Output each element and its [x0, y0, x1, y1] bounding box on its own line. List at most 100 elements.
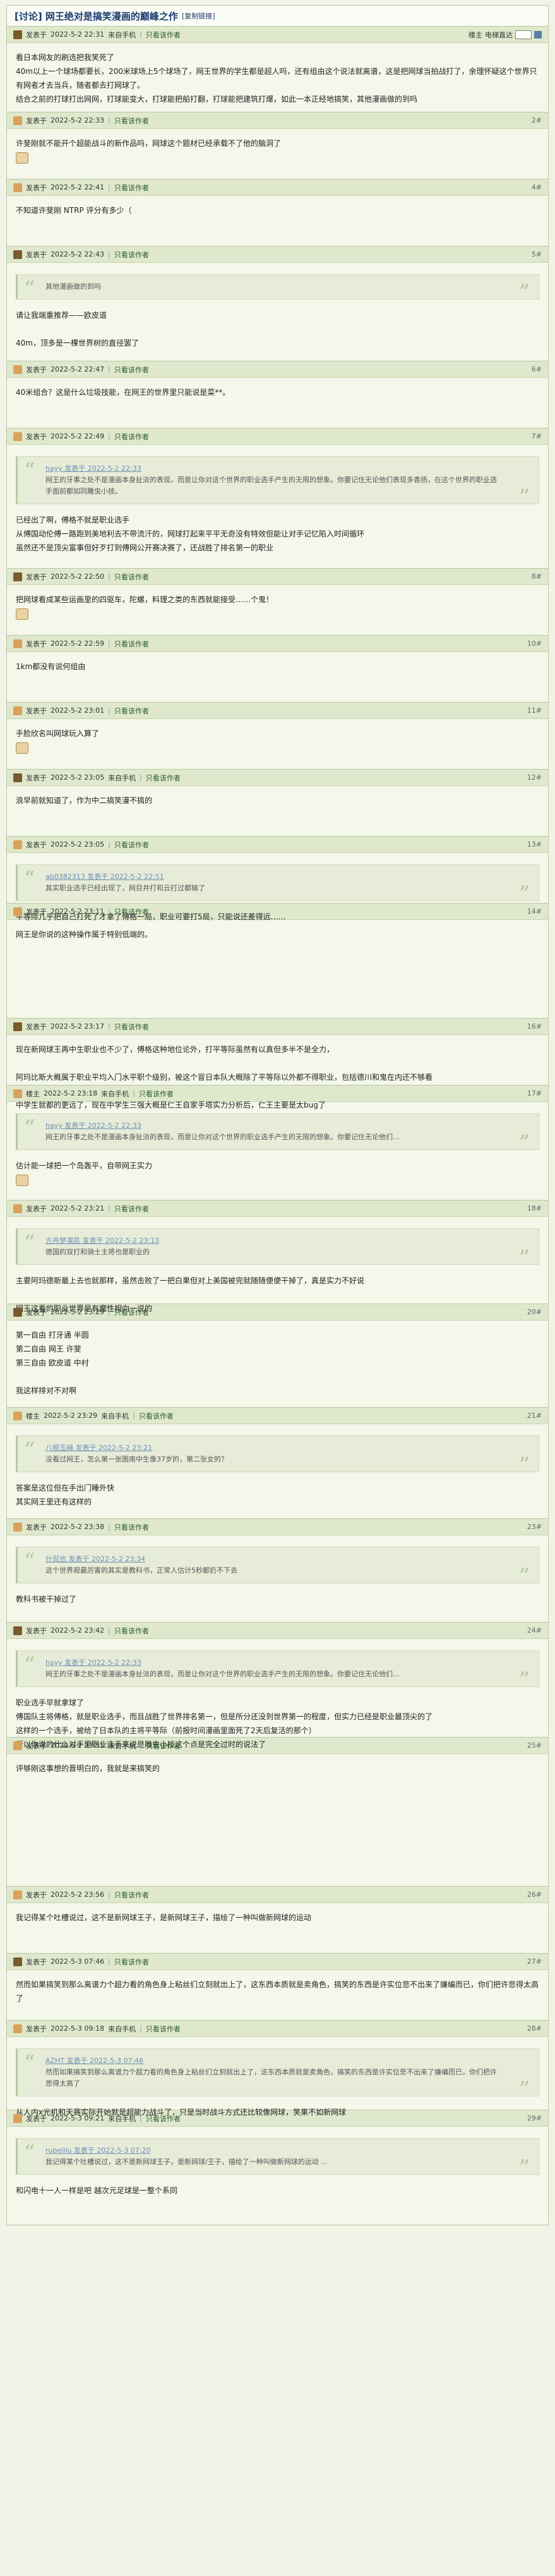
only-op-link[interactable]: 只看该作者: [114, 1522, 149, 1532]
avatar[interactable]: [13, 1522, 22, 1532]
avatar[interactable]: [13, 1890, 22, 1899]
only-op-link[interactable]: 只看该作者: [114, 840, 149, 850]
quote-source-link[interactable]: hayy 发表于 2022-5-2 22:33: [45, 463, 503, 475]
post-author[interactable]: 发表于: [26, 572, 47, 582]
only-op-link[interactable]: 只看该作者: [146, 30, 181, 40]
avatar[interactable]: [13, 2113, 22, 2123]
post-author[interactable]: 发表于: [26, 1890, 47, 1900]
floor-number[interactable]: 7#: [532, 432, 542, 440]
post-author[interactable]: 楼主: [26, 1089, 40, 1099]
avatar[interactable]: [13, 2024, 22, 2033]
only-op-link[interactable]: 只看该作者: [146, 1741, 181, 1751]
floor-number[interactable]: 21#: [527, 1412, 542, 1420]
floor-number[interactable]: 10#: [527, 639, 542, 648]
post-author[interactable]: 发表于: [26, 1307, 47, 1317]
floor-number[interactable]: 17#: [527, 1089, 542, 1098]
only-op-link[interactable]: 只看该作者: [114, 116, 149, 126]
floor-number[interactable]: 6#: [532, 365, 542, 373]
post-author[interactable]: 发表于: [26, 907, 47, 917]
only-op-link[interactable]: 只看该作者: [114, 706, 149, 716]
post-author[interactable]: 发表于: [26, 840, 47, 850]
floor-number[interactable]: 13#: [527, 840, 542, 849]
post-author[interactable]: 发表于: [26, 773, 47, 783]
avatar[interactable]: [13, 250, 22, 259]
post-author[interactable]: 发表于: [26, 1741, 47, 1751]
avatar[interactable]: [13, 1741, 22, 1750]
post-author[interactable]: 楼主: [26, 1411, 40, 1421]
avatar[interactable]: [13, 639, 22, 648]
post-author[interactable]: 发表于: [26, 706, 47, 716]
floor-number[interactable]: 8#: [532, 572, 542, 581]
avatar[interactable]: [13, 572, 22, 581]
post-author[interactable]: 发表于: [26, 432, 47, 442]
only-op-link[interactable]: 只看该作者: [146, 2113, 181, 2124]
copy-link-button[interactable]: [复制链接]: [182, 11, 215, 21]
avatar[interactable]: [13, 1626, 22, 1635]
avatar[interactable]: [13, 183, 22, 192]
floor-number[interactable]: 24#: [527, 1626, 542, 1635]
only-op-link[interactable]: 只看该作者: [114, 907, 149, 917]
only-op-link[interactable]: 只看该作者: [139, 1089, 174, 1099]
avatar[interactable]: [13, 1307, 22, 1317]
floor-number[interactable]: 25#: [527, 1741, 542, 1750]
avatar[interactable]: [13, 840, 22, 849]
floor-number[interactable]: 4#: [532, 183, 542, 191]
post-author[interactable]: 发表于: [26, 1522, 47, 1532]
floor-number[interactable]: 11#: [527, 706, 542, 715]
post-author[interactable]: 发表于: [26, 639, 47, 649]
floor-number[interactable]: 27#: [527, 1957, 542, 1966]
go-button[interactable]: [534, 30, 542, 39]
only-op-link[interactable]: 只看该作者: [139, 1411, 174, 1421]
post-author[interactable]: 发表于: [26, 1626, 47, 1636]
avatar[interactable]: [13, 30, 22, 39]
floor-number[interactable]: 5#: [532, 250, 542, 258]
avatar[interactable]: [13, 1022, 22, 1031]
quote-source-link[interactable]: hayy 发表于 2022-5-2 22:33: [45, 1657, 503, 1669]
post-author[interactable]: 发表于: [26, 2113, 47, 2124]
avatar[interactable]: [13, 1204, 22, 1213]
avatar[interactable]: [13, 773, 22, 782]
post-author[interactable]: 发表于: [26, 116, 47, 126]
post-author[interactable]: 发表于: [26, 365, 47, 375]
only-op-link[interactable]: 只看该作者: [114, 1022, 149, 1032]
only-op-link[interactable]: 只看该作者: [114, 1626, 149, 1636]
post-author[interactable]: 发表于: [26, 1022, 47, 1032]
only-op-link[interactable]: 只看该作者: [146, 2024, 181, 2034]
floor-number[interactable]: 29#: [527, 2114, 542, 2122]
quote-source-link[interactable]: AZHT 发表于 2022-5-3 07:46: [45, 2055, 503, 2067]
only-op-link[interactable]: 只看该作者: [114, 1890, 149, 1900]
quote-source-link[interactable]: 方舟梦凛凯 发表于 2022-5-2 23:13: [45, 1235, 503, 1247]
post-author[interactable]: 发表于: [26, 30, 47, 40]
avatar[interactable]: [13, 907, 22, 916]
floor-number[interactable]: 2#: [532, 116, 542, 124]
floor-number[interactable]: 20#: [527, 1308, 542, 1316]
avatar[interactable]: [13, 1411, 22, 1420]
avatar[interactable]: [13, 432, 22, 441]
floor-number[interactable]: 18#: [527, 1204, 542, 1212]
only-op-link[interactable]: 只看该作者: [114, 365, 149, 375]
post-author[interactable]: 发表于: [26, 183, 47, 193]
only-op-link[interactable]: 只看该作者: [114, 183, 149, 193]
post-author[interactable]: 发表于: [26, 250, 47, 260]
only-op-link[interactable]: 只看该作者: [114, 1204, 149, 1214]
only-op-link[interactable]: 只看该作者: [114, 572, 149, 582]
only-op-link[interactable]: 只看该作者: [114, 1957, 149, 1967]
quote-source-link[interactable]: 八顿玉绳 发表于 2022-5-2 23:21: [45, 1442, 503, 1454]
floor-number[interactable]: 26#: [527, 1890, 542, 1899]
only-op-link[interactable]: 只看该作者: [114, 1307, 149, 1317]
floor-number[interactable]: 14#: [527, 907, 542, 916]
floor-number[interactable]: 23#: [527, 1523, 542, 1531]
avatar[interactable]: [13, 116, 22, 125]
avatar[interactable]: [13, 706, 22, 715]
post-author[interactable]: 发表于: [26, 1204, 47, 1214]
quote-source-link[interactable]: rubeillu 发表于 2022-5-3 07:20: [45, 2145, 503, 2156]
only-op-link[interactable]: 只看该作者: [114, 432, 149, 442]
floor-number[interactable]: 12#: [527, 773, 542, 782]
quote-source-link[interactable]: ab0382313 发表于 2022-5-2 22:51: [45, 871, 503, 883]
only-op-link[interactable]: 只看该作者: [114, 250, 149, 260]
floor-number[interactable]: 16#: [527, 1022, 542, 1031]
avatar[interactable]: [13, 1089, 22, 1098]
post-author[interactable]: 发表于: [26, 1957, 47, 1967]
avatar[interactable]: [13, 365, 22, 374]
quote-source-link[interactable]: 什侃也 发表于 2022-5-2 23:34: [45, 1554, 503, 1565]
